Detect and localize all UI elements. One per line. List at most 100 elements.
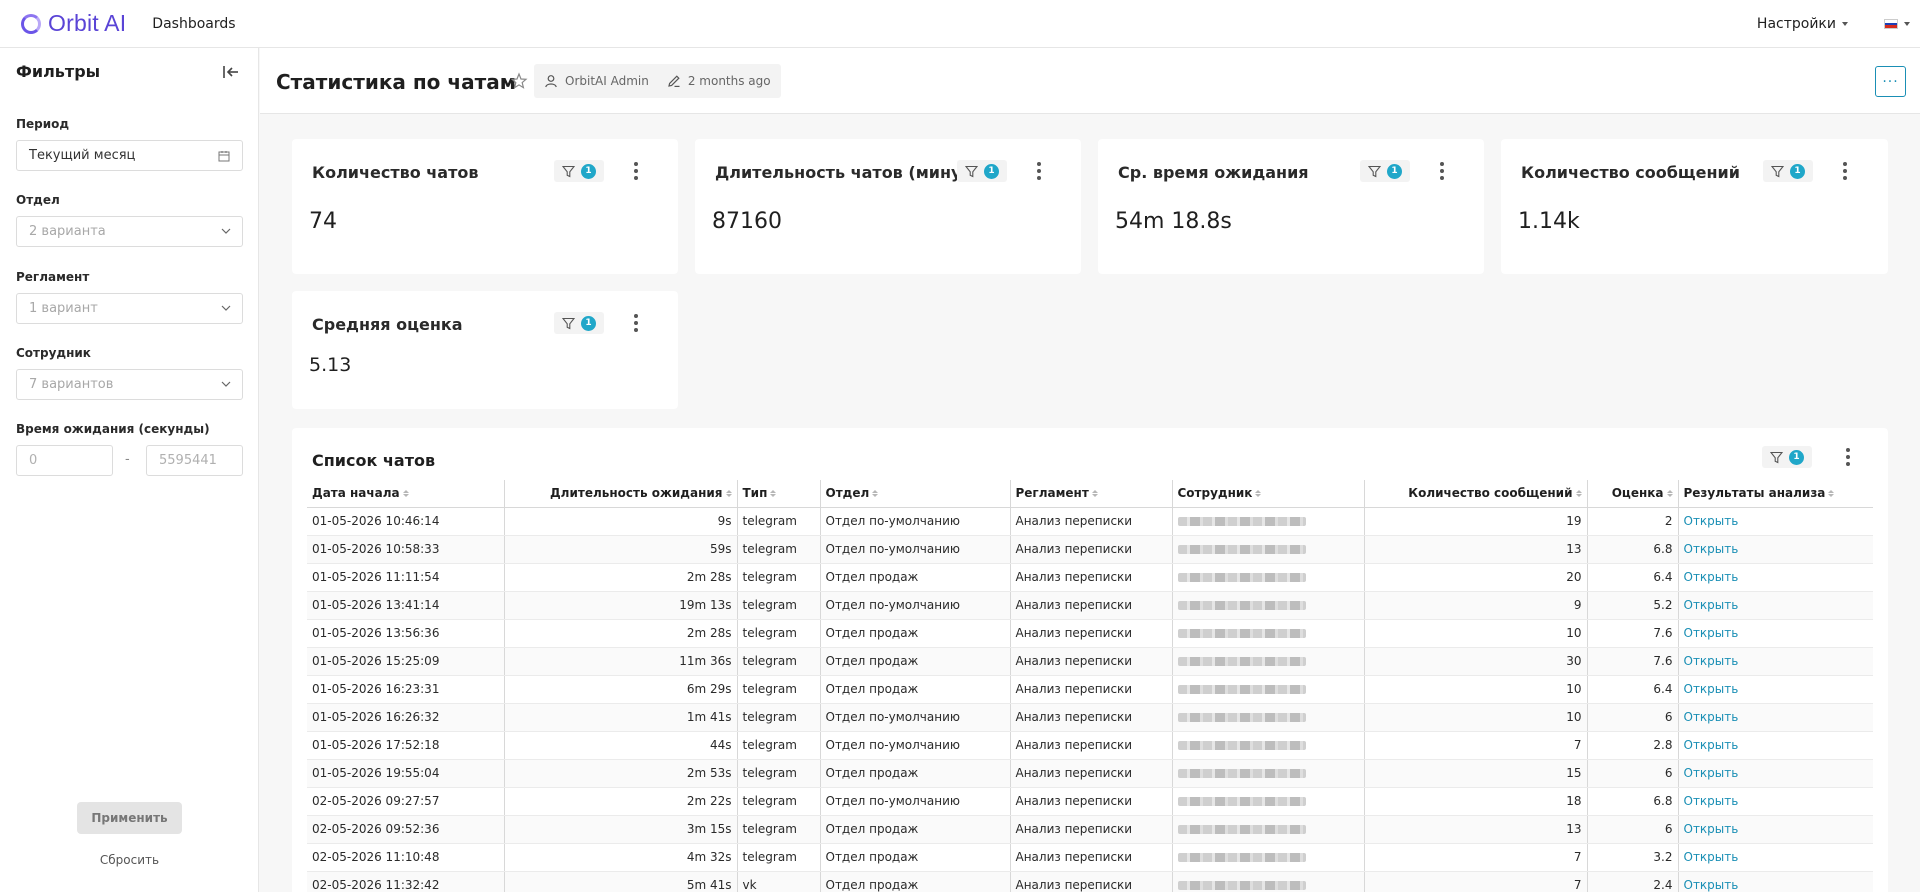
open-analysis-link[interactable]: Открыть	[1684, 738, 1739, 752]
analysis-link[interactable]: Открыть	[1678, 815, 1873, 844]
regulation-cell: Анализ переписки	[1010, 787, 1173, 816]
filter-badge[interactable]: 1	[554, 160, 604, 182]
analysis-link[interactable]: Открыть	[1678, 647, 1873, 676]
column-header-start-date[interactable]: Дата начала	[307, 480, 505, 508]
open-analysis-link[interactable]: Открыть	[1684, 710, 1739, 724]
analysis-link[interactable]: Открыть	[1678, 535, 1873, 564]
open-analysis-link[interactable]: Открыть	[1684, 598, 1739, 612]
department-cell: Отдел по-умолчанию	[820, 731, 1011, 760]
card-menu-icon[interactable]	[1842, 162, 1848, 180]
star-icon[interactable]	[510, 72, 528, 90]
card-title: Средняя оценка	[312, 315, 463, 334]
analysis-link[interactable]: Открыть	[1678, 787, 1873, 816]
filter-badge[interactable]: 1	[554, 312, 604, 334]
open-analysis-link[interactable]: Открыть	[1684, 542, 1739, 556]
open-analysis-link[interactable]: Открыть	[1684, 570, 1739, 584]
chats-table-card: Список чатов 1 Дата начала Длительность …	[292, 428, 1888, 892]
redacted-employee-name	[1177, 769, 1306, 778]
type-cell: telegram	[737, 647, 821, 676]
filter-icon	[1368, 165, 1381, 177]
regulation-cell: Анализ переписки	[1010, 535, 1173, 564]
open-analysis-link[interactable]: Открыть	[1684, 850, 1739, 864]
regulation-cell: Анализ переписки	[1010, 675, 1173, 704]
regulation-select[interactable]: 1 вариант	[16, 293, 243, 324]
open-analysis-link[interactable]: Открыть	[1684, 794, 1739, 808]
card-menu-icon[interactable]	[1036, 162, 1042, 180]
analysis-link[interactable]: Открыть	[1678, 563, 1873, 592]
column-header-regulation[interactable]: Регламент	[1010, 480, 1173, 508]
column-header-rating[interactable]: Оценка	[1587, 480, 1679, 508]
open-analysis-link[interactable]: Открыть	[1684, 682, 1739, 696]
employee-cell	[1172, 647, 1365, 676]
more-actions-button[interactable]: ···	[1875, 66, 1906, 97]
messages-count-cell: 7	[1364, 843, 1588, 872]
redacted-employee-name	[1177, 881, 1306, 890]
sort-icon	[1091, 490, 1098, 498]
card-menu-icon[interactable]	[633, 162, 639, 180]
type-cell: telegram	[737, 591, 821, 620]
settings-menu[interactable]: Настройки	[1757, 16, 1848, 32]
user-icon	[545, 75, 557, 88]
table-row: 01-05-2026 10:58:33 59s telegram Отдел по-у…	[307, 535, 1873, 564]
column-header-analysis-results[interactable]: Результаты анализа	[1678, 480, 1873, 508]
rating-cell: 6.8	[1587, 535, 1679, 564]
type-cell: telegram	[737, 675, 821, 704]
analysis-link[interactable]: Открыть	[1678, 731, 1873, 760]
employee-select[interactable]: 7 вариантов	[16, 369, 243, 400]
card-value: 5.13	[309, 354, 352, 376]
filter-badge[interactable]: 1	[957, 160, 1007, 182]
employee-cell	[1172, 871, 1365, 892]
apply-button[interactable]: Применить	[77, 802, 182, 834]
filter-badge[interactable]: 1	[1762, 446, 1812, 468]
analysis-link[interactable]: Открыть	[1678, 591, 1873, 620]
language-switcher[interactable]	[1884, 19, 1910, 29]
column-header-type[interactable]: Тип	[737, 480, 821, 508]
table-menu-icon[interactable]	[1845, 448, 1851, 466]
rating-cell: 2	[1587, 507, 1679, 536]
card-menu-icon[interactable]	[633, 314, 639, 332]
analysis-link[interactable]: Открыть	[1678, 675, 1873, 704]
filter-badge[interactable]: 1	[1360, 160, 1410, 182]
logo[interactable]: Orbit AI	[21, 10, 126, 37]
analysis-link[interactable]: Открыть	[1678, 507, 1873, 536]
column-header-employee[interactable]: Сотрудник	[1172, 480, 1365, 508]
modified-time: 2 months ago	[687, 74, 771, 88]
nav-dashboards[interactable]: Dashboards	[152, 16, 235, 32]
redacted-employee-name	[1177, 713, 1306, 722]
filters-sidebar: Фильтры Период Текущий месяц Отдел 2 вар…	[0, 48, 259, 892]
analysis-link[interactable]: Открыть	[1678, 843, 1873, 872]
messages-count-cell: 15	[1364, 759, 1588, 788]
open-analysis-link[interactable]: Открыть	[1684, 626, 1739, 640]
wait-duration-cell: 19m 13s	[504, 591, 738, 620]
open-analysis-link[interactable]: Открыть	[1684, 654, 1739, 668]
column-header-messages-count[interactable]: Количество сообщений	[1364, 480, 1588, 508]
column-header-wait-duration[interactable]: Длительность ожидания	[504, 480, 738, 508]
wait-time-min-input[interactable]: 0	[16, 445, 113, 476]
department-select[interactable]: 2 варианта	[16, 216, 243, 247]
open-analysis-link[interactable]: Открыть	[1684, 766, 1739, 780]
filter-badge[interactable]: 1	[1763, 160, 1813, 182]
card-menu-icon[interactable]	[1439, 162, 1445, 180]
reset-button[interactable]: Сбросить	[77, 850, 182, 870]
card-title: Количество чатов	[312, 163, 479, 182]
start-date-cell: 01-05-2026 17:52:18	[307, 731, 505, 760]
type-cell: telegram	[737, 703, 821, 732]
employee-label: Сотрудник	[16, 346, 91, 360]
rating-cell: 6.4	[1587, 563, 1679, 592]
wait-time-max-input[interactable]: 5595441	[146, 445, 243, 476]
rating-cell: 2.4	[1587, 871, 1679, 892]
collapse-panel-icon[interactable]	[222, 64, 240, 80]
period-select[interactable]: Текущий месяц	[16, 140, 243, 171]
open-analysis-link[interactable]: Открыть	[1684, 822, 1739, 836]
kpi-card-avg-rating: Средняя оценка 1 5.13	[292, 291, 678, 409]
analysis-link[interactable]: Открыть	[1678, 871, 1873, 892]
employee-cell	[1172, 759, 1365, 788]
column-header-department[interactable]: Отдел	[820, 480, 1011, 508]
analysis-link[interactable]: Открыть	[1678, 759, 1873, 788]
analysis-link[interactable]: Открыть	[1678, 619, 1873, 648]
analysis-link[interactable]: Открыть	[1678, 703, 1873, 732]
period-value: Текущий месяц	[29, 148, 136, 163]
messages-count-cell: 18	[1364, 787, 1588, 816]
open-analysis-link[interactable]: Открыть	[1684, 878, 1739, 892]
open-analysis-link[interactable]: Открыть	[1684, 514, 1739, 528]
